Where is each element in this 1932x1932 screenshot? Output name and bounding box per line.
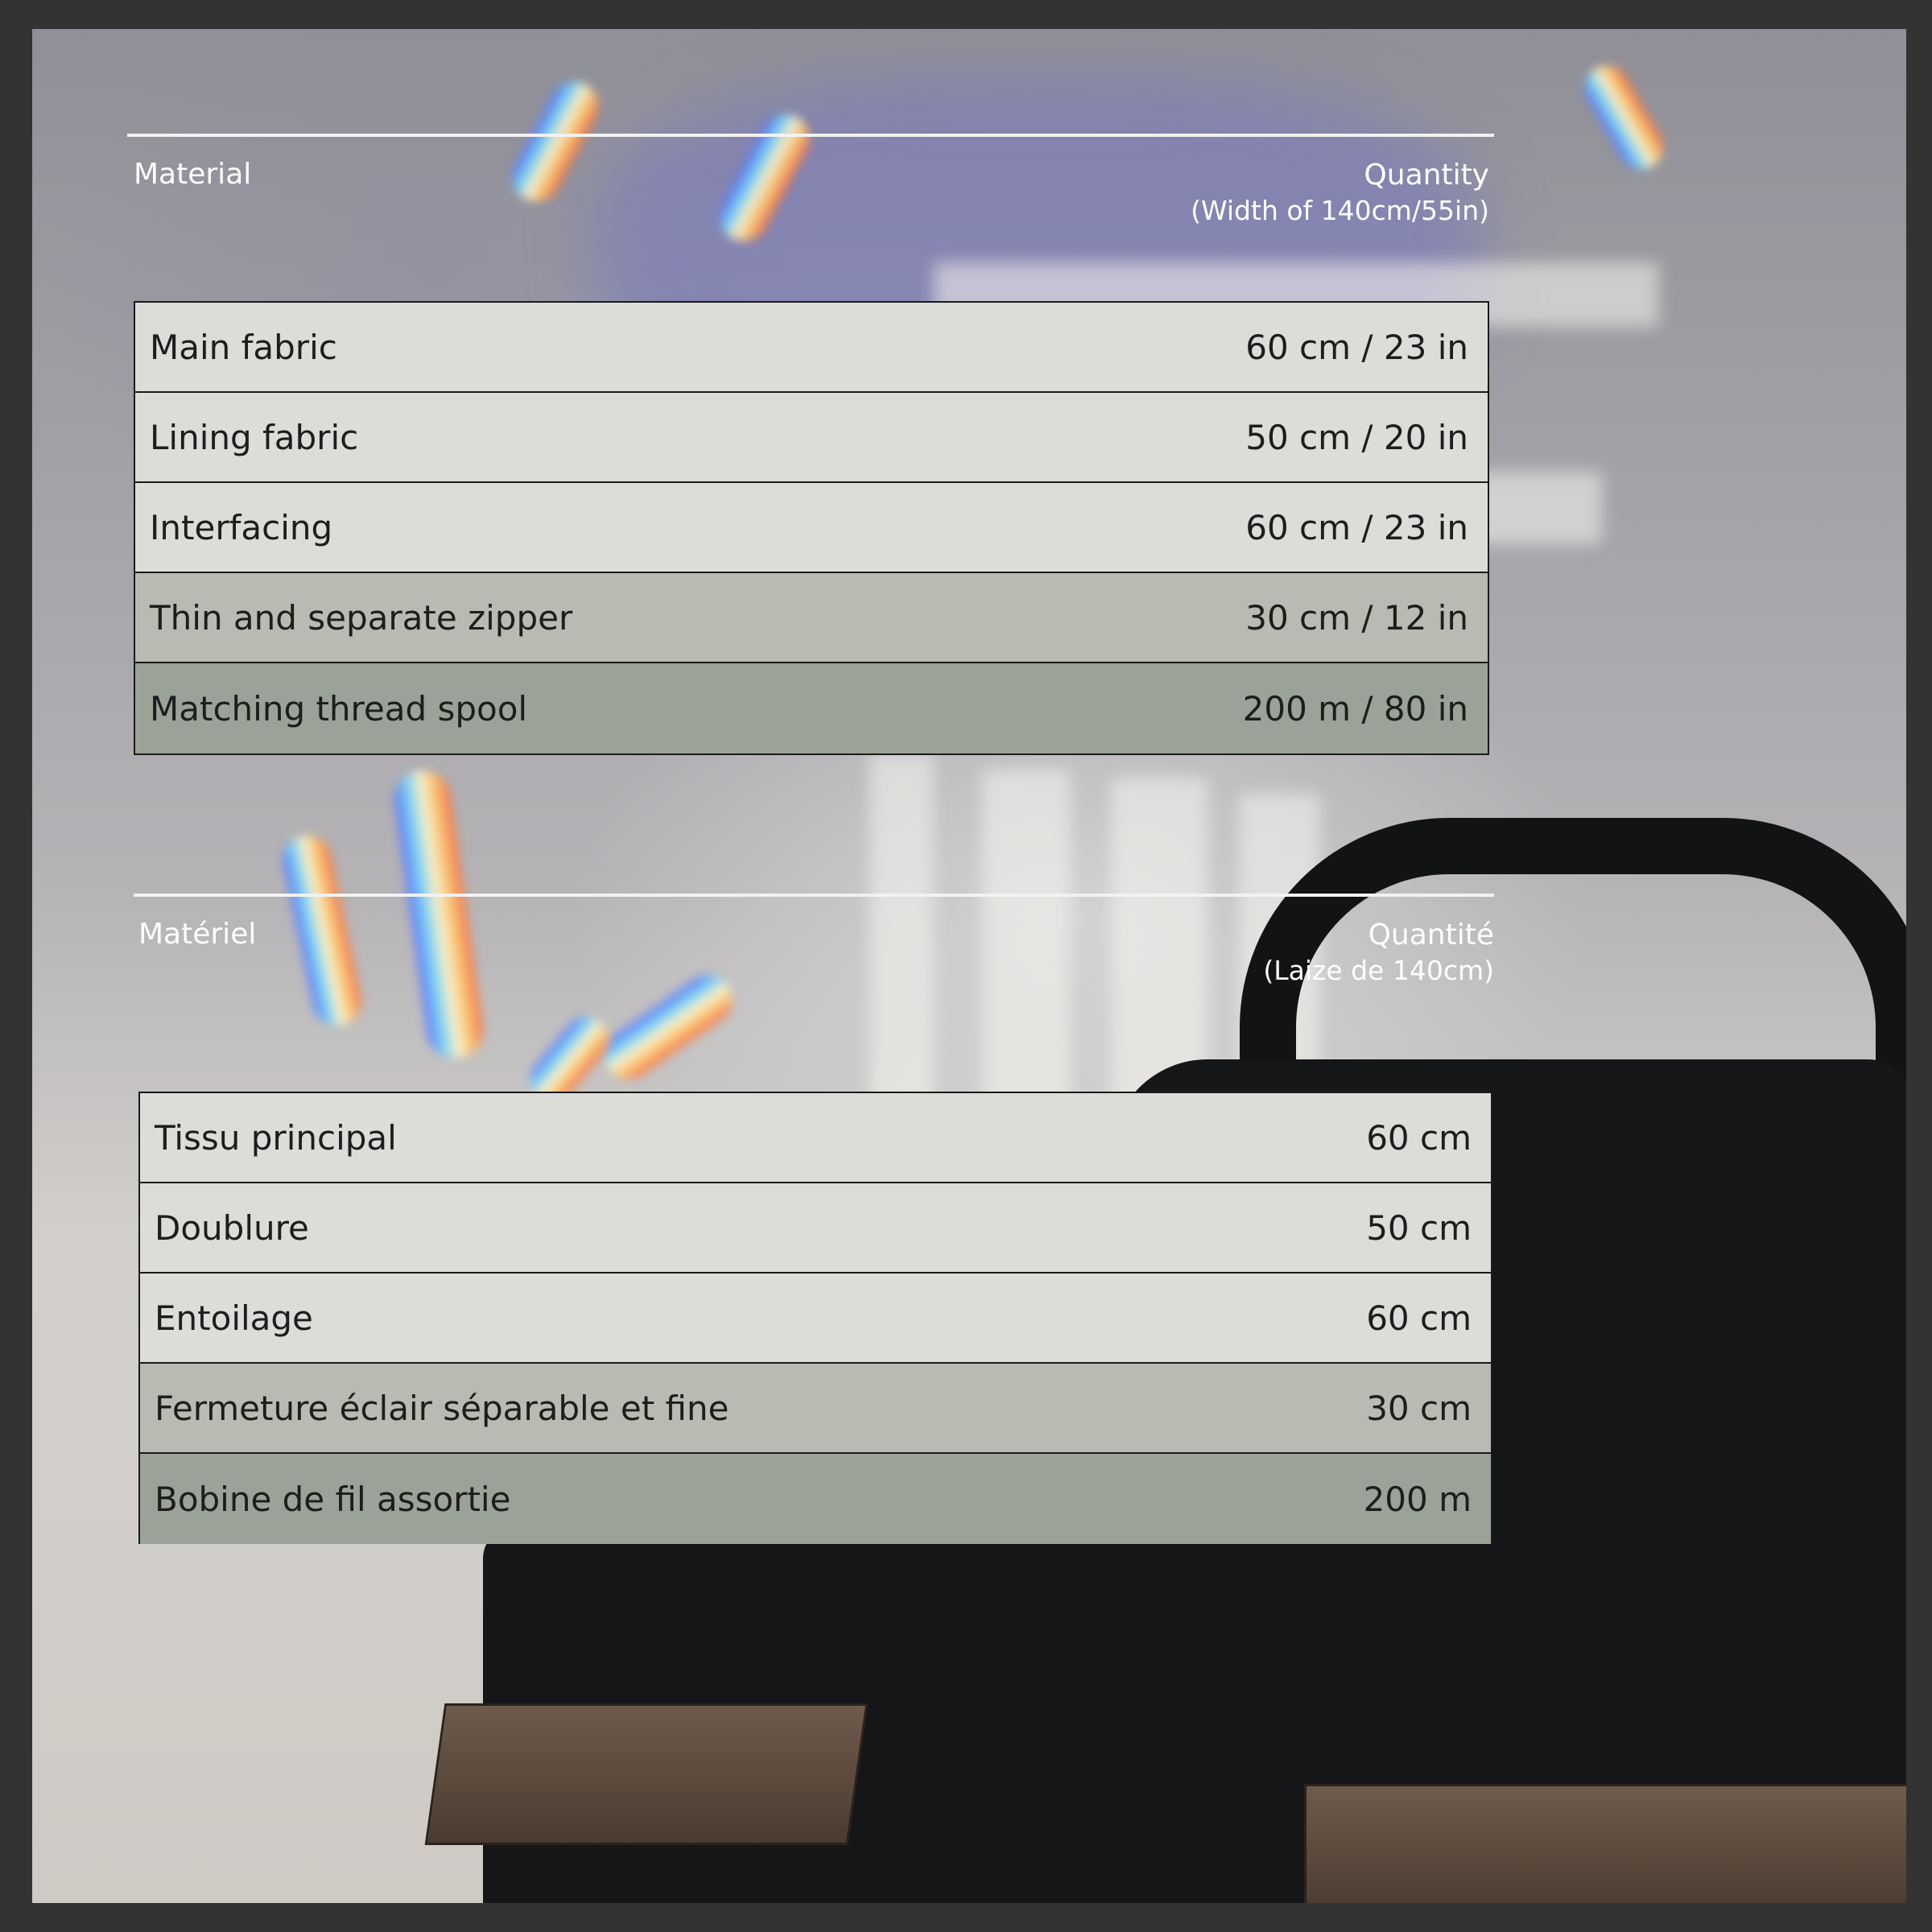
table-row: Entoilage 60 cm (140, 1274, 1491, 1364)
french-quantity-sub: (Laize de 140cm) (1263, 955, 1494, 986)
row-quantity: 60 cm (1366, 1117, 1472, 1158)
table-row: Main fabric 60 cm / 23 in (135, 303, 1488, 393)
english-materials-table: Main fabric 60 cm / 23 in Lining fabric … (134, 301, 1489, 755)
english-header-rule (127, 134, 1494, 137)
row-quantity: 200 m / 80 in (1242, 688, 1468, 729)
row-material: Entoilage (155, 1298, 313, 1338)
french-quantity-label: Quantité (1368, 919, 1494, 952)
french-materials-table: Tissu principal 60 cm Doublure 50 cm Ent… (138, 1092, 1492, 1544)
table-row: Doublure 50 cm (140, 1183, 1491, 1274)
row-material: Lining fabric (150, 417, 359, 457)
table-row: Tissu principal 60 cm (140, 1093, 1491, 1183)
row-material: Bobine de fil assortie (155, 1479, 511, 1519)
row-quantity: 50 cm / 20 in (1245, 417, 1468, 457)
row-material: Main fabric (150, 327, 337, 367)
row-quantity: 200 m (1363, 1479, 1472, 1519)
table-row: Thin and separate zipper 30 cm / 12 in (135, 573, 1488, 663)
row-quantity: 60 cm / 23 in (1245, 327, 1468, 367)
table-row: Matching thread spool 200 m / 80 in (135, 663, 1488, 753)
french-header-rule (134, 894, 1494, 897)
english-material-label: Material (134, 158, 252, 191)
english-quantity-sub: (Width of 140cm/55in) (1191, 195, 1489, 226)
english-quantity-header: Quantity (Width of 140cm/55in) (1046, 158, 1489, 229)
row-material: Matching thread spool (150, 688, 528, 729)
english-quantity-label: Quantity (1364, 159, 1489, 192)
table-row: Interfacing 60 cm / 23 in (135, 483, 1488, 573)
table-row: Fermeture éclair séparable et fine 30 cm (140, 1364, 1491, 1454)
row-quantity: 60 cm / 23 in (1245, 507, 1468, 547)
table-row: Bobine de fil assortie 200 m (140, 1454, 1491, 1544)
french-quantity-header: Quantité (Laize de 140cm) (1046, 918, 1494, 989)
row-material: Fermeture éclair séparable et fine (155, 1388, 729, 1428)
row-quantity: 30 cm / 12 in (1245, 597, 1468, 638)
row-material: Tissu principal (155, 1117, 397, 1158)
row-quantity: 60 cm (1366, 1298, 1472, 1338)
row-material: Thin and separate zipper (150, 597, 573, 638)
row-material: Doublure (155, 1208, 309, 1248)
row-quantity: 50 cm (1366, 1208, 1472, 1248)
table-row: Lining fabric 50 cm / 20 in (135, 393, 1488, 483)
row-quantity: 30 cm (1366, 1388, 1472, 1428)
french-material-label: Matériel (138, 918, 257, 951)
row-material: Interfacing (150, 507, 333, 547)
